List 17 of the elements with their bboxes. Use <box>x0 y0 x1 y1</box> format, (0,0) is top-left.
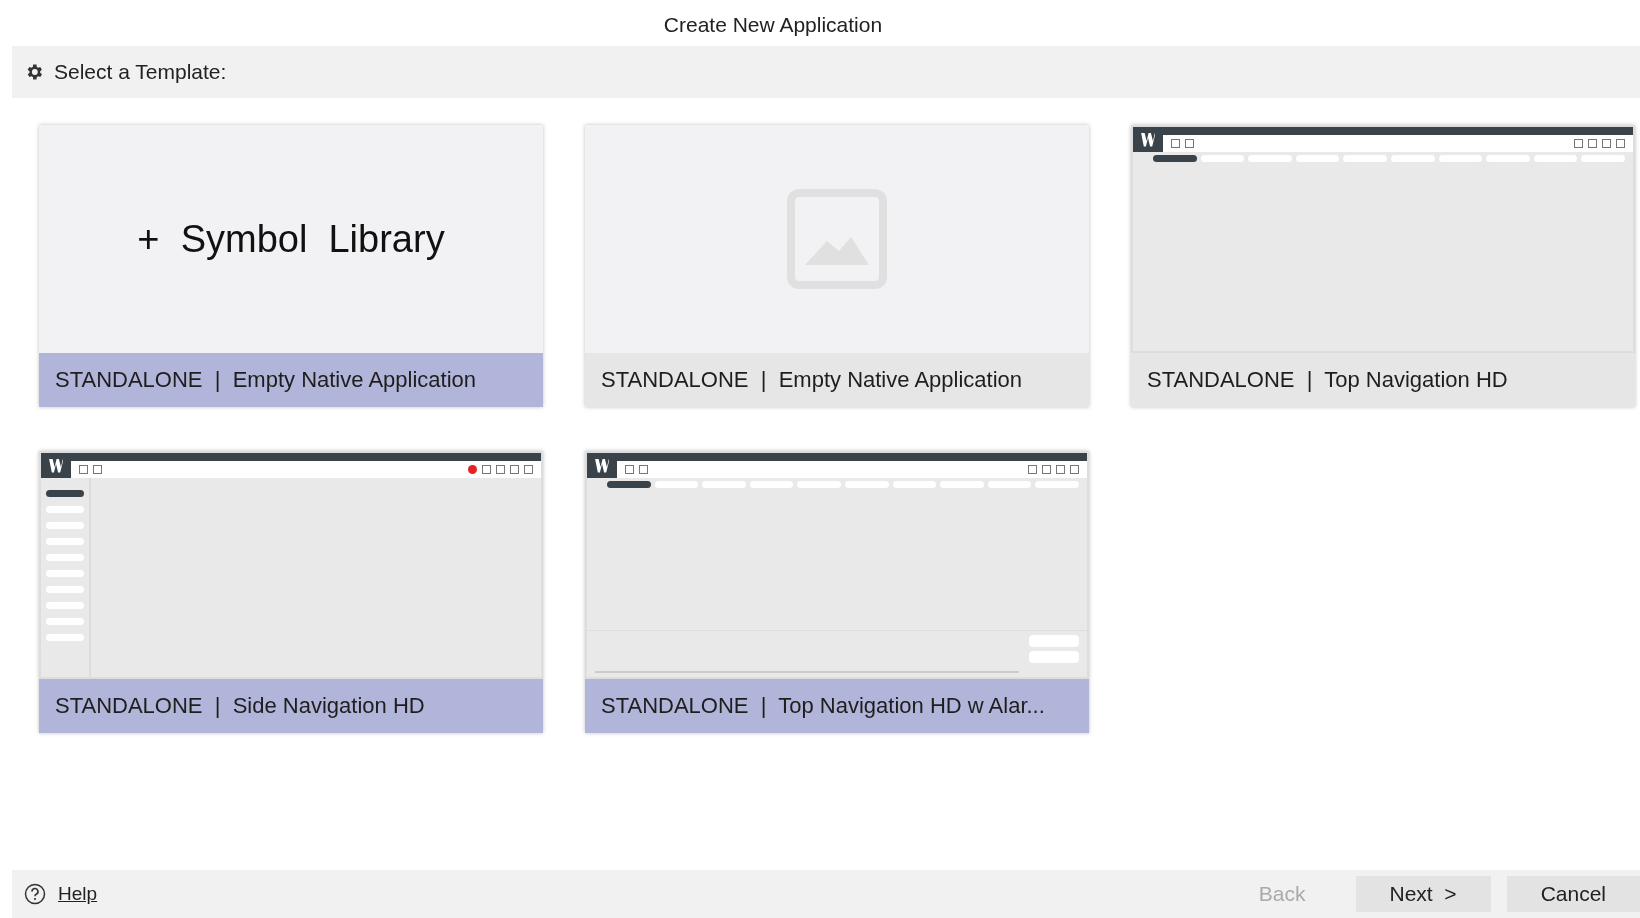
template-label: STANDALONE | Empty Native Application <box>585 353 1089 407</box>
template-label: STANDALONE | Side Navigation HD <box>39 679 543 733</box>
header-label: Select a Template: <box>54 60 227 84</box>
help-icon <box>24 883 46 905</box>
window-title: Create New Application <box>663 13 883 37</box>
template-card[interactable]: STANDALONE | Empty Native Application <box>585 125 1089 407</box>
template-card[interactable]: + Symbol Library STANDALONE | Empty Native Application <box>39 125 543 407</box>
footer-button[interactable]: Next > <box>1355 876 1491 912</box>
template-label: STANDALONE | Top Navigation HD <box>1131 353 1635 407</box>
preview-title: + Symbol Library <box>137 217 445 261</box>
template-label: STANDALONE | Top Navigation HD w Alar... <box>585 679 1089 733</box>
footer-button[interactable]: Cancel <box>1506 876 1640 912</box>
template-card[interactable]: STANDALONE | Top Navigation HD w Alar... <box>585 451 1089 733</box>
template-card[interactable]: STANDALONE | Top Navigation HD <box>1131 125 1635 407</box>
template-label: STANDALONE | Empty Native Application <box>39 353 543 407</box>
help-link[interactable]: Help <box>58 883 98 905</box>
template-card[interactable]: STANDALONE | Side Navigation HD <box>39 451 543 733</box>
